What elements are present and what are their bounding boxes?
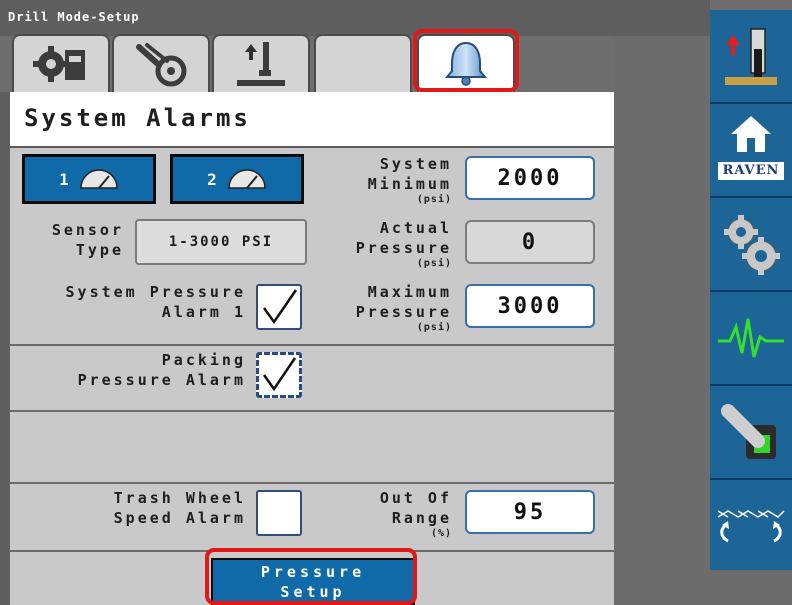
divider <box>10 410 614 412</box>
switch-toggle-icon <box>721 404 776 459</box>
maximum-pressure-label: Maximum Pressure (psi) <box>355 283 452 333</box>
window-title-bar: Drill Mode-Setup <box>0 0 710 36</box>
tab-implement-lift[interactable] <box>212 34 310 92</box>
lift-raise-icon <box>725 28 777 85</box>
background-area-bottom <box>710 570 792 605</box>
sidebar-settings-button[interactable] <box>710 198 792 290</box>
system-pressure-alarm-label: System Pressure Alarm 1 <box>65 283 246 321</box>
alarms-panel: System Alarms 1 2 System Minimum (psi) 2… <box>10 92 614 605</box>
gauge-icon <box>80 169 118 189</box>
window-title: Drill Mode-Setup <box>8 10 140 24</box>
maximum-pressure-input[interactable]: 3000 <box>465 284 595 328</box>
wheel-arm-icon <box>136 43 187 87</box>
title-bar: System Alarms <box>10 92 614 148</box>
actual-pressure-label: Actual Pressure (psi) <box>355 219 452 269</box>
page-title: System Alarms <box>24 104 251 132</box>
tab-blank[interactable] <box>314 34 412 92</box>
packing-pressure-alarm-checkbox[interactable] <box>256 352 302 398</box>
divider <box>10 482 614 484</box>
background-area <box>614 36 710 605</box>
gauge-icon <box>228 169 266 189</box>
bell-icon <box>444 41 488 86</box>
divider <box>10 550 614 552</box>
section-control-icon <box>717 510 785 543</box>
sidebar-lift-button[interactable] <box>710 10 792 102</box>
pressure-setup-label-1: Pressure <box>260 562 366 581</box>
out-of-range-label: Out Of Range (%) <box>379 489 452 539</box>
raven-logo: RAVEN <box>718 162 784 180</box>
sensor-2-label: 2 <box>207 169 217 189</box>
checkmark-icon <box>262 357 297 392</box>
system-minimum-label: System Minimum (psi) <box>367 155 452 205</box>
system-pressure-alarm-checkbox[interactable] <box>256 284 302 330</box>
sensor-1-label: 1 <box>59 169 69 189</box>
out-of-range-input[interactable]: 95 <box>465 490 595 534</box>
trash-wheel-speed-alarm-checkbox[interactable] <box>256 490 302 536</box>
actual-pressure-value: 0 <box>465 220 595 264</box>
sidebar: RAVEN <box>710 10 792 570</box>
tab-wheel-arm[interactable] <box>112 34 210 92</box>
panel-left-edge <box>0 92 10 605</box>
gears-icon <box>724 215 780 275</box>
pressure-setup-button[interactable]: Pressure Setup <box>211 558 415 605</box>
sidebar-switch-button[interactable] <box>710 386 792 478</box>
sidebar-diagnostics-button[interactable] <box>710 292 792 384</box>
checkmark-icon <box>262 289 298 325</box>
diagnostics-waveform-icon <box>718 318 784 358</box>
sensor-type-label: Sensor Type <box>51 221 124 259</box>
sidebar-home-button[interactable]: RAVEN <box>710 104 792 196</box>
sensor-type-select[interactable]: 1-3000 PSI <box>135 219 307 265</box>
trash-wheel-speed-alarm-label: Trash Wheel Speed Alarm <box>113 489 246 527</box>
tab-machine-config[interactable] <box>12 34 110 92</box>
pressure-setup-label-2: Setup <box>280 582 346 601</box>
sidebar-section-button[interactable] <box>710 480 792 572</box>
implement-lift-icon <box>237 42 285 86</box>
tab-alarms[interactable] <box>417 34 515 92</box>
home-icon <box>731 116 771 152</box>
divider <box>10 344 614 346</box>
packing-pressure-alarm-label: Packing Pressure Alarm <box>77 351 246 389</box>
machine-config-icon <box>33 46 85 82</box>
system-minimum-input[interactable]: 2000 <box>465 156 595 200</box>
sensor-2-button[interactable]: 2 <box>170 154 304 204</box>
sensor-1-button[interactable]: 1 <box>22 154 156 204</box>
